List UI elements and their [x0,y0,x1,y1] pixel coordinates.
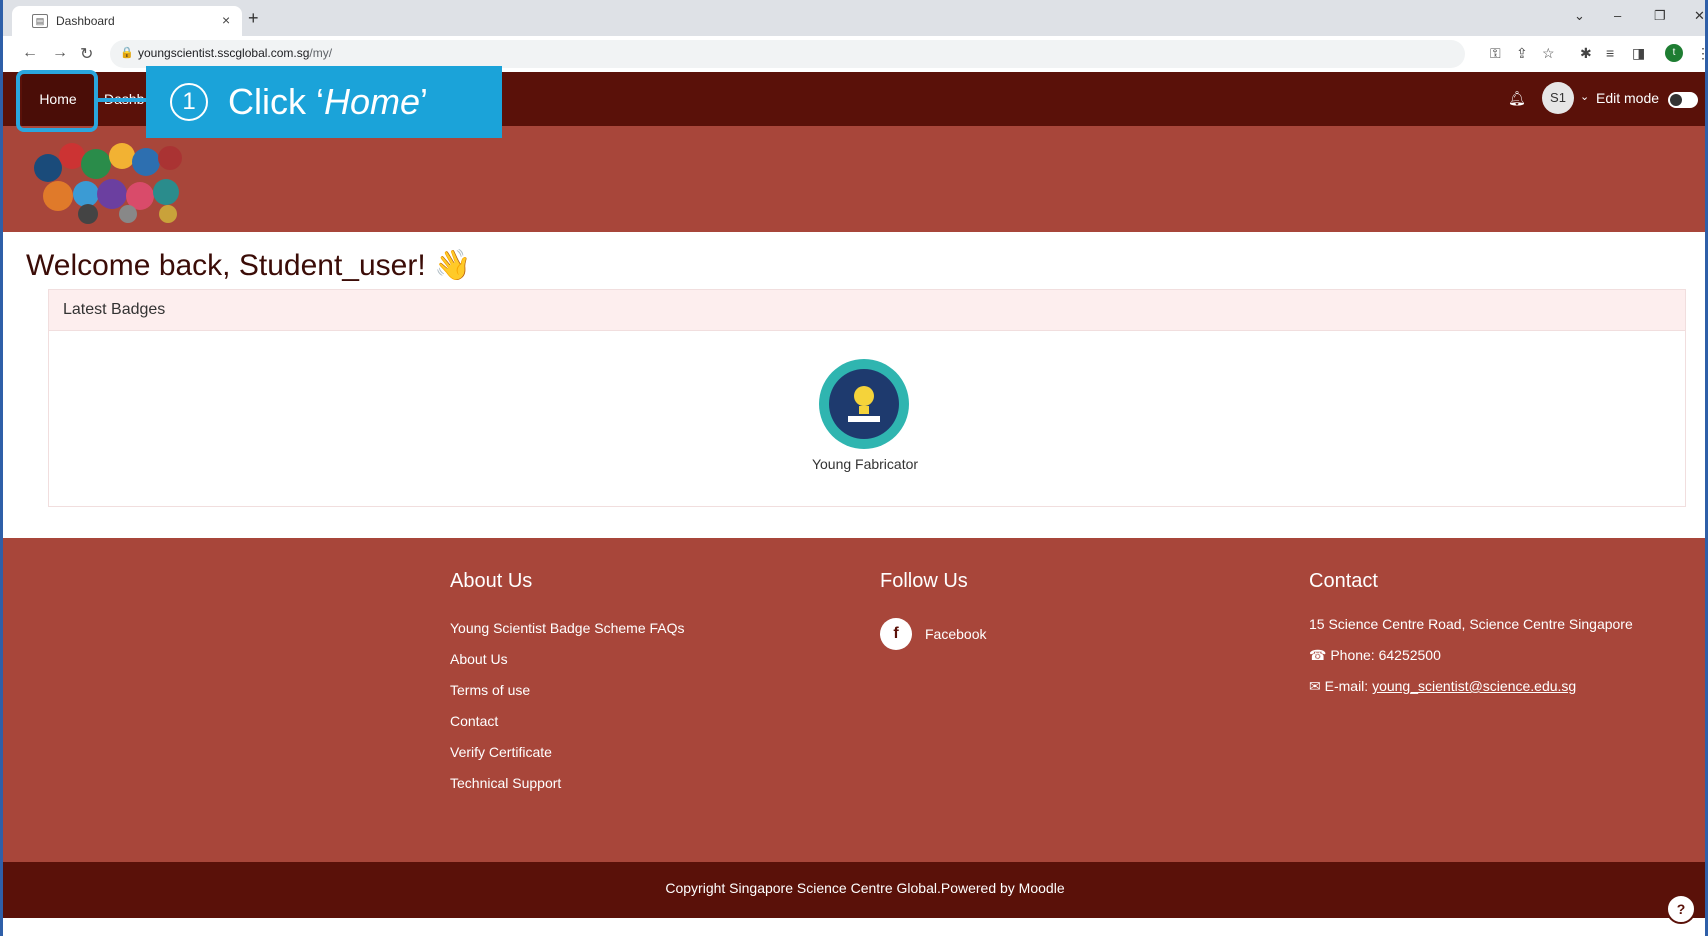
restore-icon[interactable]: ❐ [1654,8,1666,24]
callout-text: Click ‘Home’ [228,81,429,122]
callout-connector [98,98,146,102]
extensions-icon[interactable]: ✱ [1580,45,1592,62]
key-icon[interactable]: ⚿ [1490,45,1501,62]
home-highlight-box [16,70,98,132]
footer-link-about[interactable]: About Us [450,651,508,667]
footer-link-faqs[interactable]: Young Scientist Badge Scheme FAQs [450,620,685,636]
footer-link-terms[interactable]: Terms of use [450,682,530,698]
welcome-heading: Welcome back, Student_user! 👋 [26,249,472,282]
page-favicon-icon: ▤ [32,14,48,28]
forward-icon[interactable]: → [52,44,68,62]
url-text: youngscientist.sscglobal.com.sg/my/ [138,46,333,60]
close-window-icon[interactable]: ✕ [1694,8,1705,24]
browser-menu-icon[interactable]: ⋮ [1696,45,1708,62]
share-icon[interactable]: ⇪ [1516,45,1528,62]
reading-list-icon[interactable]: ≡ [1606,45,1614,61]
tab-title: Dashboard [56,14,115,28]
contact-phone: ☎ Phone: 64252500 [1309,647,1441,663]
browser-tab-strip: ▤ Dashboard × + ⌄ – ❐ ✕ [0,0,1708,36]
email-link[interactable]: young_scientist@science.edu.sg [1372,678,1576,694]
back-icon[interactable]: ← [22,44,38,62]
footer-link-verify[interactable]: Verify Certificate [450,744,552,760]
footer-follow-heading: Follow Us [880,570,968,592]
address-bar[interactable]: 🔒 youngscientist.sscglobal.com.sg/my/ [110,40,1465,68]
facebook-icon[interactable]: f [880,618,912,650]
footer-about-heading: About Us [450,570,533,592]
help-button[interactable]: ? [1666,894,1696,924]
toggle-knob [1670,94,1682,106]
young-fabricator-badge-icon[interactable] [818,358,910,450]
contact-address: 15 Science Centre Road, Science Centre S… [1309,616,1633,632]
browser-profile-avatar[interactable]: t [1665,44,1683,62]
side-panel-icon[interactable]: ◨ [1632,45,1645,62]
edit-mode-label: Edit mode [1596,90,1660,106]
footer-link-contact[interactable]: Contact [450,713,498,729]
new-tab-button[interactable]: + [248,8,259,29]
phone-icon: ☎ [1309,647,1331,663]
notification-bell-icon[interactable]: 🔔︎ [1508,90,1526,107]
user-avatar[interactable]: S1 [1542,82,1574,114]
facebook-link[interactable]: Facebook [925,626,986,642]
browser-tab[interactable]: ▤ Dashboard × [12,6,242,36]
instruction-callout: 1 Click ‘Home’ [146,66,502,138]
bookmark-star-icon[interactable]: ☆ [1542,45,1555,62]
tab-close-button[interactable]: × [222,12,230,28]
edit-mode-toggle[interactable] [1668,92,1698,108]
header-banner [0,126,1708,232]
lock-icon: 🔒 [120,47,134,59]
card-header: Latest Badges [49,290,1685,331]
chevron-down-icon[interactable]: ⌄ [1580,90,1589,103]
contact-email: ✉ E-mail: young_scientist@science.edu.sg [1309,678,1577,694]
card-title: Latest Badges [63,301,166,318]
footer-link-support[interactable]: Technical Support [450,775,561,791]
minimize-icon[interactable]: – [1614,8,1621,23]
site-footer [0,538,1708,862]
copyright-text: Copyright Singapore Science Centre Globa… [665,880,1065,896]
footer-contact-heading: Contact [1309,570,1378,592]
badge-name[interactable]: Young Fabricator [700,456,1030,472]
tab-search-icon[interactable]: ⌄ [1574,8,1585,24]
reload-icon[interactable]: ↻ [80,44,93,64]
badges-collage-logo[interactable] [28,138,188,224]
envelope-icon: ✉ [1309,678,1325,694]
step-number: 1 [170,83,208,121]
